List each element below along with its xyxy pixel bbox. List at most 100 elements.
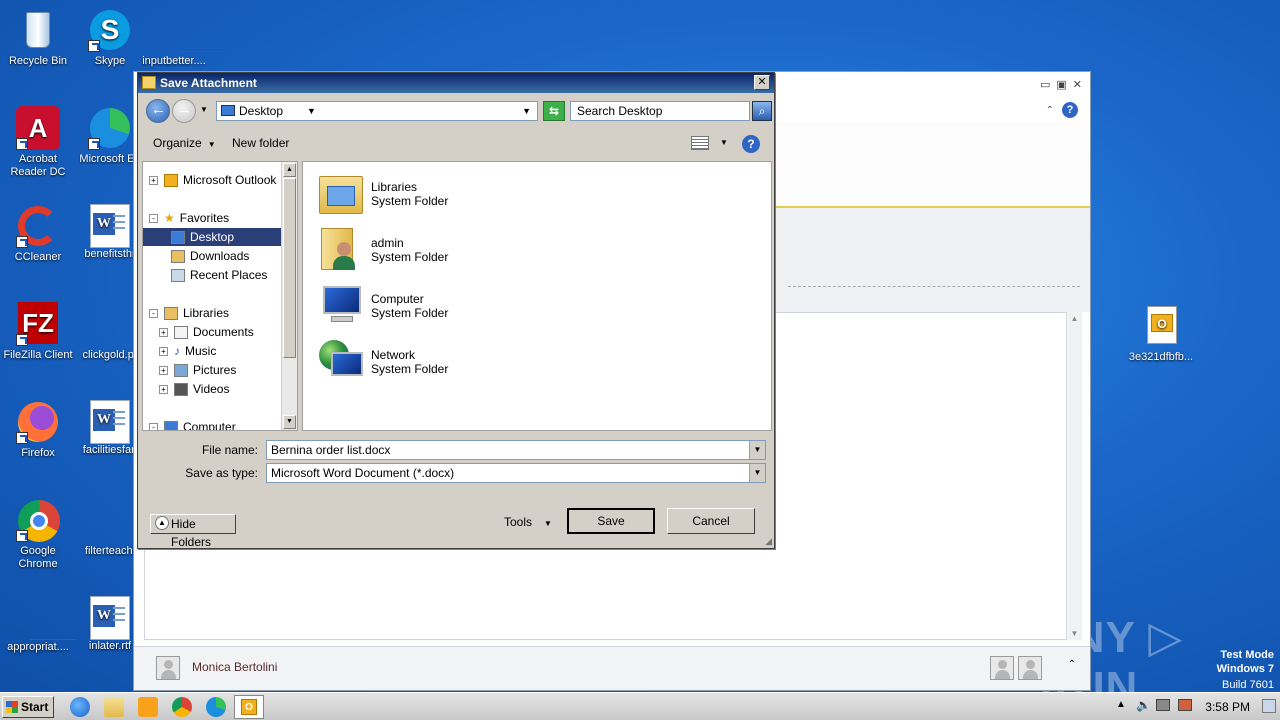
list-item[interactable]: Computer System Folder (317, 282, 557, 334)
close-icon[interactable]: ✕ (1073, 78, 1082, 91)
collapse-icon[interactable]: - (149, 309, 158, 319)
scroll-down-icon[interactable]: ▼ (283, 415, 296, 429)
tree-item-downloads[interactable]: Downloads (171, 247, 249, 265)
file-explorer-icon[interactable] (104, 697, 124, 717)
address-dropdown-icon[interactable]: ▼ (522, 102, 531, 120)
desktop-icon-label: clickgold.pr (82, 349, 138, 361)
show-desktop-button[interactable] (1262, 699, 1276, 713)
tools-button[interactable]: Tools ▼ (504, 515, 552, 529)
desktop-icon-chrome[interactable]: Google Chrome (0, 498, 76, 571)
help-icon[interactable]: ? (1062, 102, 1078, 118)
expand-icon[interactable]: + (159, 328, 168, 338)
desktop-icon-filezilla[interactable]: FZ FileZilla Client (0, 302, 76, 362)
tree-item-recent-places[interactable]: Recent Places (171, 266, 267, 284)
downloads-folder-icon (171, 250, 185, 264)
show-hidden-icons-icon[interactable]: ▲ (1116, 699, 1126, 710)
chrome-icon[interactable] (172, 697, 192, 717)
scroll-up-icon[interactable]: ▲ (283, 163, 296, 177)
window-controls: ▭ ▣ ✕ (1040, 78, 1082, 91)
desktop-icon-outlook-msg[interactable]: O 3e321dfbfb... (1122, 304, 1200, 364)
chevron-down-icon[interactable]: ▼ (749, 441, 765, 459)
organize-button[interactable]: Organize ▼ (153, 136, 216, 150)
list-item[interactable]: admin System Folder (317, 226, 557, 278)
expand-people-pane-icon[interactable]: ⌃ (1068, 659, 1076, 670)
expand-icon[interactable]: + (149, 176, 158, 186)
tree-item-documents[interactable]: + Documents (159, 323, 254, 341)
desktop-icon-label: inlater.rtf (88, 640, 132, 652)
minimize-icon[interactable]: ▭ (1040, 78, 1050, 91)
scroll-down-icon[interactable]: ▼ (1067, 629, 1082, 638)
maximize-icon[interactable]: ▣ (1056, 78, 1066, 91)
expand-icon[interactable]: + (159, 385, 168, 395)
tree-item-pictures[interactable]: + Pictures (159, 361, 236, 379)
view-options-dropdown-icon[interactable]: ▼ (720, 138, 728, 147)
item-name: Libraries (371, 180, 418, 194)
scrollbar-thumb[interactable] (283, 178, 296, 358)
network-icon[interactable] (1156, 699, 1170, 711)
desktop-icon-recycle-bin[interactable]: Recycle Bin (0, 8, 76, 68)
taskbar-outlook-button[interactable]: O (234, 695, 264, 719)
search-icon[interactable]: ⌕ (752, 101, 772, 121)
ccleaner-icon (16, 204, 60, 248)
message-header (776, 208, 1090, 312)
file-icon (16, 594, 76, 640)
new-folder-button[interactable]: New folder (232, 136, 289, 150)
dialog-titlebar[interactable]: Save Attachment ✕ (138, 73, 774, 93)
collapse-ribbon-icon[interactable]: ⌃ (1046, 105, 1054, 116)
sender-name[interactable]: Monica Bertolini (192, 660, 277, 674)
libraries-folder-icon (317, 170, 365, 216)
resize-grip-icon[interactable]: ◢ (765, 536, 772, 547)
tree-item-computer[interactable]: - Computer (149, 418, 236, 430)
tree-item-desktop[interactable]: Desktop (143, 228, 283, 246)
message-scrollbar[interactable]: ▲ ▼ (1066, 312, 1082, 640)
tree-item-microsoft-outlook[interactable]: + Microsoft Outlook (149, 171, 276, 189)
change-view-icon[interactable] (691, 136, 709, 150)
desktop-icon-label: inputbetter.... (142, 55, 206, 67)
chevron-down-icon[interactable]: ▼ (749, 464, 765, 482)
scroll-up-icon[interactable]: ▲ (1067, 314, 1082, 323)
action-center-icon[interactable] (1178, 699, 1192, 711)
list-item[interactable]: Libraries System Folder (317, 170, 557, 222)
desktop-icon-label: Recycle Bin (8, 55, 68, 67)
save-type-select[interactable]: Microsoft Word Document (*.docx) ▼ (266, 463, 766, 483)
collapse-icon[interactable]: - (149, 423, 158, 430)
volume-icon[interactable]: 🔈 (1136, 698, 1151, 712)
edge-icon[interactable] (206, 697, 226, 717)
recent-locations-dropdown-icon[interactable]: ▼ (200, 105, 208, 114)
chrome-icon (16, 498, 60, 542)
tree-item-videos[interactable]: + Videos (159, 380, 229, 398)
close-button[interactable]: ✕ (754, 75, 770, 90)
tree-item-music[interactable]: + ♪ Music (159, 342, 216, 360)
clock[interactable]: 3:58 PM (1205, 700, 1250, 714)
media-player-icon[interactable] (138, 697, 158, 717)
breadcrumb-location[interactable]: Desktop (239, 104, 283, 118)
tree-item-favorites[interactable]: - ★ Favorites (149, 209, 229, 227)
refresh-button[interactable]: ⇆ (543, 101, 565, 121)
back-button[interactable] (146, 99, 170, 123)
navigation-scrollbar[interactable]: ▲ ▼ (281, 162, 297, 430)
save-attachment-dialog: Save Attachment ✕ ▼ Desktop ▼ ▼ ⇆ Search… (137, 72, 775, 549)
expand-icon[interactable]: + (159, 366, 168, 376)
collapse-icon[interactable]: - (149, 214, 158, 224)
desktop-icon-ccleaner[interactable]: CCleaner (0, 204, 76, 264)
desktop-icon-acrobat[interactable]: A Acrobat Reader DC (0, 106, 76, 179)
desktop-icon-label: Microsoft Ed (79, 153, 141, 165)
internet-explorer-icon[interactable] (70, 697, 90, 717)
breadcrumb-chevron-icon[interactable]: ▼ (307, 102, 316, 120)
save-button[interactable]: Save (567, 508, 655, 534)
hide-folders-button[interactable]: Hide Folders (150, 514, 236, 549)
tree-item-libraries[interactable]: - Libraries (149, 304, 229, 322)
search-input[interactable]: Search Desktop (570, 101, 750, 121)
desktop-icon-appropriat[interactable]: appropriat.... (0, 594, 76, 654)
forward-button[interactable] (172, 99, 196, 123)
expand-icon[interactable]: + (159, 347, 168, 357)
start-button[interactable]: Start (2, 696, 54, 718)
list-item[interactable]: Network System Folder (317, 338, 557, 390)
address-breadcrumb[interactable]: Desktop ▼ ▼ (216, 101, 538, 121)
desktop-icon-inputbetter[interactable]: inputbetter.... (136, 8, 226, 68)
help-icon[interactable]: ? (742, 135, 760, 153)
cancel-button[interactable]: Cancel (667, 508, 755, 534)
file-name-input[interactable]: Bernina order list.docx ▼ (266, 440, 766, 460)
desktop-icon-firefox[interactable]: Firefox (0, 400, 76, 460)
build-label: Build 7601 (1222, 679, 1274, 691)
